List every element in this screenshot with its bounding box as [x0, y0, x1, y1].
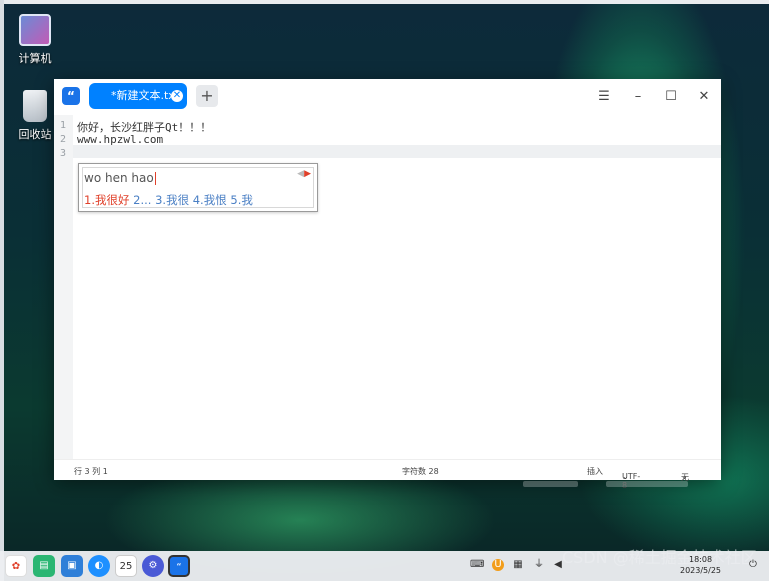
maximize-icon[interactable]: ☐ — [662, 88, 680, 106]
computer-icon — [19, 14, 51, 46]
text-editor-logo-icon[interactable]: “ — [62, 87, 80, 105]
tab-document[interactable]: *新建文本.txt ✕ — [89, 83, 187, 109]
text-line[interactable]: www.hpzwl.com — [77, 133, 163, 146]
update-icon[interactable]: U — [492, 559, 504, 571]
taskbar: ✿ ▤ ▣ ◐ 25 ⚙ “ ⌨ U ▦ ⏚ ◀ ⏻ 18:08 2023/5/… — [0, 551, 769, 581]
line-number: 1 — [59, 120, 66, 131]
text-editor-window: “ *新建文本.txt ✕ + ☰ – ☐ ✕ 1 2 3 你好，长沙红胖子Qt… — [54, 79, 721, 490]
clock-time: 18:08 — [688, 555, 713, 564]
close-icon[interactable]: ✕ — [695, 88, 713, 106]
trash-icon — [23, 90, 47, 122]
minimize-icon[interactable]: – — [629, 88, 647, 106]
status-bar: 行 3 列 1 字符数 28 插入 UTF-8 ⌄ 无 ⌄ — [54, 459, 721, 490]
ime-pinyin-text: wo hen hao — [84, 171, 154, 185]
file-manager-icon[interactable]: ▣ — [61, 555, 83, 577]
ime-candidate-list: 1.我很好 2... 3.我很 4.我恨 5.我 — [84, 192, 253, 208]
chevron-down-icon: ⌄ — [681, 472, 688, 481]
ime-candidate[interactable]: 5.我 — [230, 193, 252, 207]
line-number-gutter: 1 2 3 — [54, 115, 73, 459]
char-count: 字符数 28 — [402, 467, 439, 476]
ime-pinyin-input: wo hen hao — [84, 171, 156, 185]
ime-candidate[interactable]: 3.我很 — [155, 193, 189, 207]
new-tab-button[interactable]: + — [196, 85, 218, 107]
text-editor-taskbar-icon[interactable]: “ — [168, 555, 190, 577]
clock-date: 2023/5/25 — [680, 566, 722, 575]
multitask-view-icon[interactable]: ▤ — [33, 555, 55, 577]
clock[interactable]: 18:08 2023/5/25 — [680, 554, 721, 576]
background-widget — [523, 481, 578, 487]
left-edge — [0, 0, 4, 581]
settings-icon[interactable]: ⚙ — [142, 555, 164, 577]
line-number: 3 — [59, 148, 66, 159]
cursor-position: 行 3 列 1 — [74, 467, 108, 476]
top-edge — [0, 0, 769, 4]
browser-icon[interactable]: ◐ — [88, 555, 110, 577]
ime-candidate[interactable]: 1.我很好 — [84, 193, 129, 207]
tab-title: *新建文本.txt — [111, 89, 180, 102]
titlebar: “ *新建文本.txt ✕ + ☰ – ☐ ✕ — [54, 79, 721, 115]
launcher-icon[interactable]: ✿ — [5, 555, 27, 577]
menu-icon[interactable]: ☰ — [595, 88, 613, 106]
ime-next-page-icon[interactable]: ▶ — [304, 169, 311, 179]
insert-mode[interactable]: 插入 — [587, 466, 603, 477]
ime-page-arrows[interactable]: ◀▶ — [297, 169, 311, 179]
ime-candidate[interactable]: 2... — [133, 193, 151, 207]
desktop-icon-computer[interactable]: 计算机 — [5, 14, 65, 66]
line-number: 2 — [59, 134, 66, 145]
screenshot-icon[interactable]: ▦ — [512, 559, 524, 571]
calendar-icon[interactable]: 25 — [115, 555, 137, 577]
power-icon[interactable]: ⏻ — [747, 559, 759, 571]
ime-candidate-window: wo hen hao ◀▶ 1.我很好 2... 3.我很 4.我恨 5.我 — [78, 163, 318, 212]
keyboard-icon[interactable]: ⌨ — [470, 559, 484, 571]
current-line-highlight — [73, 145, 721, 158]
volume-icon[interactable]: ◀ — [552, 559, 564, 571]
background-widget — [606, 481, 688, 487]
tab-close-icon[interactable]: ✕ — [171, 90, 183, 102]
ime-caret — [154, 172, 156, 185]
ime-candidate[interactable]: 4.我恨 — [193, 193, 227, 207]
usb-icon[interactable]: ⏚ — [533, 559, 545, 571]
chevron-down-icon: ⌄ — [622, 472, 629, 481]
calendar-day: 25 — [119, 561, 133, 572]
desktop-icon-label: 计算机 — [18, 52, 52, 65]
